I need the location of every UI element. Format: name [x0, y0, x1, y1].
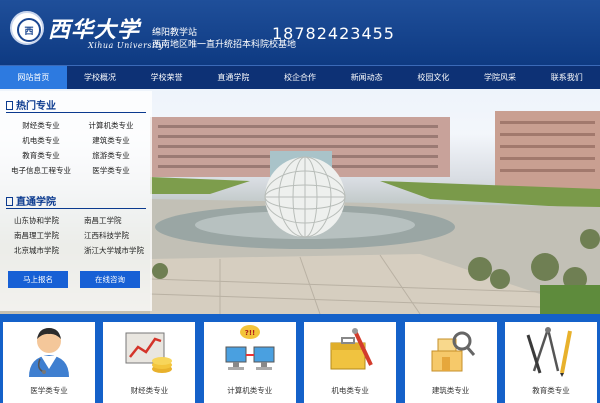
signup-button[interactable]: 马上报名 — [8, 271, 68, 288]
svg-text:西: 西 — [24, 26, 33, 37]
nav-school-overview[interactable]: 学校概况 — [67, 66, 134, 89]
hot-major-item[interactable]: 电子信息工程专业 — [6, 164, 76, 177]
folder-icon — [6, 101, 13, 110]
category-bar: 医学类专业 财经类专业 ?!! 计算机类专业 机电类专业 建筑类专业 教育类专业 — [0, 314, 600, 403]
hot-majors-divider — [6, 112, 146, 113]
hot-majors-list: 财经类专业 计算机类专业 机电类专业 建筑类专业 教育类专业 旅游类专业 电子信… — [6, 119, 146, 177]
hot-major-item[interactable]: 建筑类专业 — [76, 134, 146, 147]
category-card-architecture[interactable]: 建筑类专业 — [404, 322, 497, 403]
nav-school-honors[interactable]: 学校荣誉 — [133, 66, 200, 89]
hot-major-item[interactable]: 旅游类专业 — [76, 149, 146, 162]
hot-major-item[interactable]: 财经类专业 — [6, 119, 76, 132]
nav-home[interactable]: 网站首页 — [0, 66, 67, 89]
category-label: 医学类专业 — [30, 386, 68, 395]
direct-colleges-divider — [6, 208, 146, 209]
category-label: 机电类专业 — [331, 386, 369, 395]
folder-icon — [6, 197, 13, 206]
doctor-icon — [29, 328, 69, 377]
hot-major-item[interactable]: 医学类专业 — [76, 164, 146, 177]
university-seal-logo[interactable]: 西 — [10, 11, 44, 45]
site-header: 西 西华大学 Xihua University 绵阳教学站 西南地区唯一直升统招… — [0, 0, 600, 65]
nav-news[interactable]: 新闻动态 — [333, 66, 400, 89]
hot-majors-title: 热门专业 — [16, 101, 56, 112]
nav-school-enterprise[interactable]: 校企合作 — [267, 66, 334, 89]
hotline-phone: 18782423455 — [272, 24, 395, 43]
building-blocks-icon — [431, 331, 475, 372]
category-label: 建筑类专业 — [431, 386, 470, 395]
nav-campus-culture[interactable]: 校园文化 — [400, 66, 467, 89]
main-nav: 网站首页 学校概况 学校荣誉 直通学院 校企合作 新闻动态 校园文化 学院风采 … — [0, 65, 600, 89]
toolbox-icon — [330, 328, 373, 370]
category-label: 计算机类专业 — [227, 386, 273, 395]
hot-major-item[interactable]: 教育类专业 — [6, 149, 76, 162]
category-label: 教育类专业 — [532, 386, 570, 395]
college-item[interactable]: 南昌理工学院 — [6, 229, 76, 242]
computers-icon: ?!! — [225, 325, 275, 370]
college-item[interactable]: 江西科技学院 — [76, 229, 146, 242]
category-card-finance[interactable]: 财经类专业 — [103, 322, 196, 403]
consult-button[interactable]: 在线咨询 — [80, 271, 140, 288]
college-item[interactable]: 山东协和学院 — [6, 214, 76, 227]
college-item[interactable]: 南昌工学院 — [76, 214, 146, 227]
seal-emblem-icon: 西 — [24, 26, 33, 37]
college-item[interactable]: 北京城市学院 — [6, 244, 76, 257]
direct-colleges-heading: 直通学院 — [6, 193, 56, 208]
category-card-computer[interactable]: ?!! 计算机类专业 — [203, 322, 296, 403]
category-card-medical[interactable]: 医学类专业 — [3, 322, 95, 403]
svg-text:?!!: ?!! — [245, 329, 255, 337]
nav-direct-colleges[interactable]: 直通学院 — [200, 66, 267, 89]
hot-major-item[interactable]: 机电类专业 — [6, 134, 76, 147]
category-card-education[interactable]: 教育类专业 — [504, 322, 597, 403]
logo-chinese-name: 西华大学 — [48, 17, 141, 43]
direct-colleges-title: 直通学院 — [16, 197, 56, 208]
category-label: 财经类专业 — [130, 386, 169, 395]
college-item[interactable]: 浙江大学城市学院 — [76, 244, 146, 257]
category-card-mechatronics[interactable]: 机电类专业 — [304, 322, 397, 403]
direct-colleges-list: 山东协和学院 南昌工学院 南昌理工学院 江西科技学院 北京城市学院 浙江大学城市… — [6, 214, 146, 257]
hot-major-item[interactable]: 计算机类专业 — [76, 119, 146, 132]
hot-majors-heading: 热门专业 — [6, 97, 56, 112]
nav-college-style[interactable]: 学院风采 — [467, 66, 534, 89]
finance-chart-icon — [125, 332, 173, 373]
drawing-tools-icon — [526, 327, 572, 377]
nav-contact[interactable]: 联系我们 — [533, 66, 600, 89]
